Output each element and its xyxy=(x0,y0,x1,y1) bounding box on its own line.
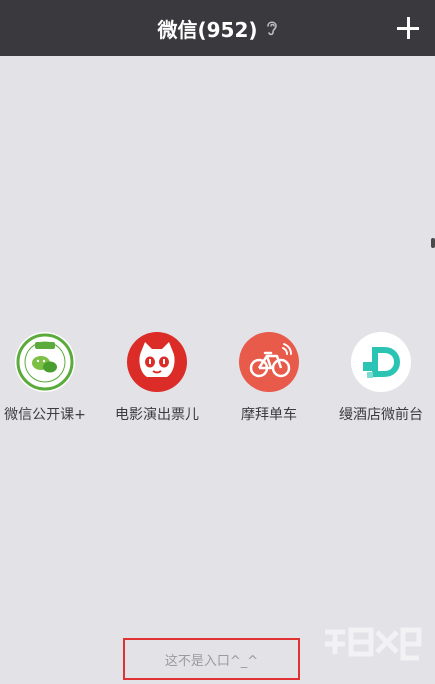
scroll-indicator xyxy=(431,238,435,248)
nav-title-group: 微信(952) xyxy=(0,0,435,56)
mobike-bicycle-icon xyxy=(239,332,299,392)
plus-icon[interactable] xyxy=(397,17,419,39)
mini-program-row: 微信公开课+ 电影演出票儿 摩拜单车 缦酒店微前台 xyxy=(0,332,435,432)
entry-highlight-box: 这不是入口^_^ xyxy=(123,638,300,680)
maoyan-cat-icon xyxy=(127,332,187,392)
app-mobike[interactable]: 摩拜单车 xyxy=(214,332,324,424)
app-maoyan-tickets[interactable]: 电影演出票儿 xyxy=(102,332,212,424)
navbar: 微信(952) xyxy=(0,0,435,56)
entry-text: 这不是入口^_^ xyxy=(164,653,259,669)
app-hotel-front-desk[interactable]: 缦酒店微前台 xyxy=(326,332,435,424)
app-label: 缦酒店微前台 xyxy=(339,407,423,423)
wechat-open-class-icon xyxy=(15,332,75,392)
app-label: 电影演出票儿 xyxy=(115,407,199,423)
page-title: 微信(952) xyxy=(157,17,258,42)
app-label: 微信公开课+ xyxy=(4,407,86,423)
hotel-d-logo-icon xyxy=(351,332,411,392)
earpiece-icon xyxy=(266,19,278,37)
app-wechat-open-class[interactable]: 微信公开课+ xyxy=(0,332,100,424)
watermark-logo xyxy=(319,624,423,680)
app-label: 摩拜单车 xyxy=(241,407,297,423)
